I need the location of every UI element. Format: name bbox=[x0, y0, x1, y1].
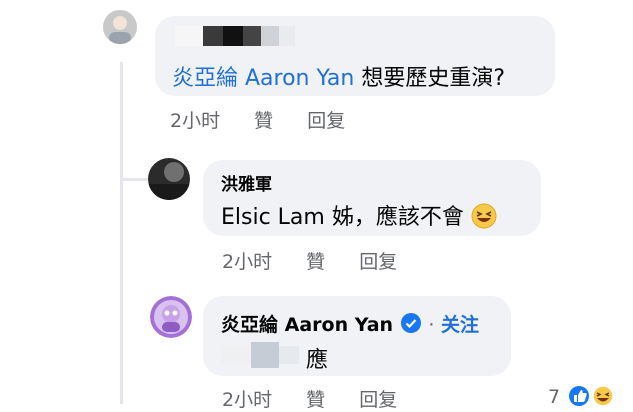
thread-line-reply-connector bbox=[120, 178, 148, 181]
blurred-name bbox=[175, 24, 300, 48]
reply-button[interactable]: 回复 bbox=[359, 389, 397, 411]
comment-body: 應 bbox=[306, 348, 329, 373]
reply-button[interactable]: 回复 bbox=[307, 110, 345, 132]
comment-body: Elsic Lam 姊，應該不會 bbox=[221, 205, 464, 230]
verified-badge-icon bbox=[400, 312, 422, 334]
comment-actions: 2小时 贊 回复 bbox=[222, 247, 425, 274]
follow-button[interactable]: 关注 bbox=[441, 314, 479, 336]
commenter-name: 炎亞綸 Aaron Yan · 关注 bbox=[221, 310, 479, 337]
like-button[interactable]: 贊 bbox=[254, 110, 273, 132]
avatar[interactable] bbox=[148, 158, 190, 200]
like-button[interactable]: 贊 bbox=[306, 389, 325, 411]
like-button[interactable]: 贊 bbox=[306, 251, 325, 273]
commenter-name-link[interactable]: 炎亞綸 Aaron Yan bbox=[221, 314, 393, 336]
comment-actions: 2小时 贊 回复 bbox=[170, 106, 373, 133]
blurred-text bbox=[221, 340, 305, 368]
reaction-count[interactable]: 7 bbox=[548, 385, 614, 408]
commenter-name[interactable]: 洪雅軍 bbox=[221, 170, 272, 195]
separator-dot: · bbox=[428, 314, 435, 336]
reaction-count-number: 7 bbox=[548, 386, 561, 408]
thread-line-main bbox=[120, 62, 123, 404]
reply-button[interactable]: 回复 bbox=[359, 251, 397, 273]
user-avatar-icon bbox=[103, 10, 137, 44]
blurred-text-icon bbox=[221, 342, 299, 368]
aaron-yan-avatar-icon bbox=[150, 296, 192, 338]
timestamp[interactable]: 2小时 bbox=[170, 110, 220, 132]
comment-body: 想要歷史重演? bbox=[354, 66, 505, 91]
avatar[interactable] bbox=[103, 10, 137, 44]
comment-text: 炎亞綸 Aaron Yan 想要歷史重演? bbox=[172, 60, 505, 92]
blurred-name-icon bbox=[175, 26, 295, 46]
comment-text: Elsic Lam 姊，應該不會 bbox=[221, 199, 497, 231]
user-avatar-icon bbox=[148, 158, 190, 200]
timestamp[interactable]: 2小时 bbox=[222, 389, 272, 411]
mention-link[interactable]: 炎亞綸 Aaron Yan bbox=[172, 66, 354, 91]
grinning-squinting-face-icon bbox=[471, 203, 497, 229]
avatar[interactable] bbox=[150, 296, 192, 338]
comment-actions: 2小时 贊 回复 bbox=[222, 385, 425, 412]
timestamp[interactable]: 2小时 bbox=[222, 251, 272, 273]
